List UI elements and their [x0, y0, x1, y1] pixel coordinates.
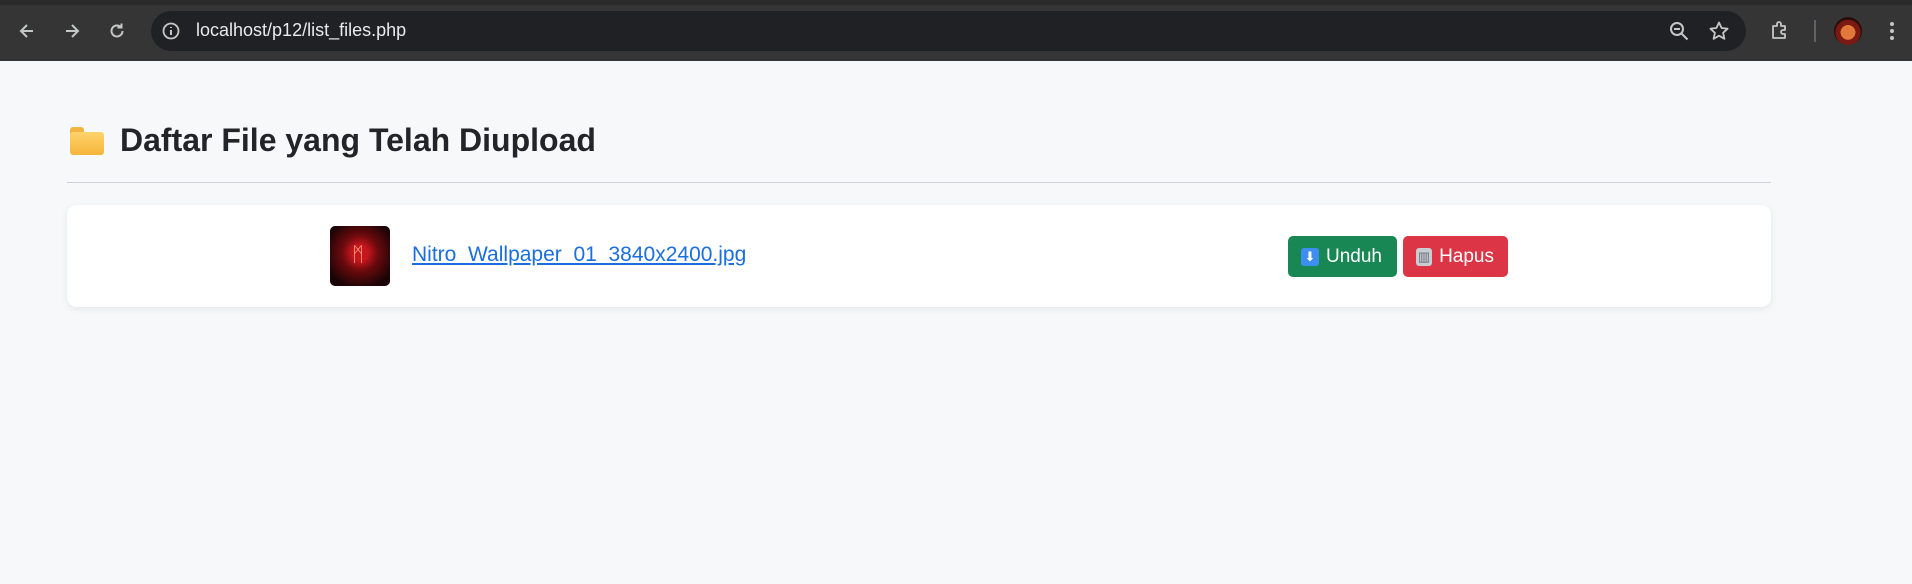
browser-toolbar: localhost/p12/list_files.php: [0, 0, 1912, 61]
delete-button[interactable]: ▥ Hapus: [1403, 236, 1508, 277]
toolbar-separator: [1814, 20, 1816, 42]
delete-label: Hapus: [1439, 245, 1494, 267]
folder-icon: [70, 126, 104, 155]
tab-strip: [0, 0, 1912, 5]
url-text[interactable]: localhost/p12/list_files.php: [196, 20, 406, 41]
page-title: Daftar File yang Telah Diupload: [120, 122, 596, 158]
arrow-down-icon: ⬇: [1301, 247, 1319, 266]
page-heading: Daftar File yang Telah Diupload: [70, 122, 596, 159]
download-label: Unduh: [1326, 245, 1382, 267]
bookmark-star-icon[interactable]: [1708, 20, 1730, 42]
arrow-right-icon: [66, 24, 80, 38]
file-list-item: ᛗ Nitro_Wallpaper_01_3840x2400.jpg ⬇ Und…: [67, 205, 1771, 307]
zoom-icon[interactable]: [1668, 20, 1690, 42]
file-link[interactable]: Nitro_Wallpaper_01_3840x2400.jpg: [412, 243, 746, 267]
extensions-icon[interactable]: [1768, 19, 1792, 43]
menu-kebab-icon[interactable]: [1880, 19, 1904, 43]
wallpaper-image: ᛗ: [352, 242, 364, 266]
arrow-left-icon: [19, 24, 33, 38]
download-button[interactable]: ⬇ Unduh: [1288, 236, 1397, 277]
divider: [67, 182, 1771, 183]
back-button[interactable]: [10, 14, 44, 48]
reload-icon: [110, 23, 124, 38]
reload-button[interactable]: [100, 14, 134, 48]
wastebasket-icon: ▥: [1416, 247, 1433, 266]
forward-button[interactable]: [55, 14, 89, 48]
file-thumbnail: ᛗ: [330, 226, 390, 286]
address-bar[interactable]: localhost/p12/list_files.php: [151, 11, 1746, 51]
profile-avatar[interactable]: [1834, 17, 1862, 45]
site-info-icon[interactable]: [161, 21, 181, 41]
